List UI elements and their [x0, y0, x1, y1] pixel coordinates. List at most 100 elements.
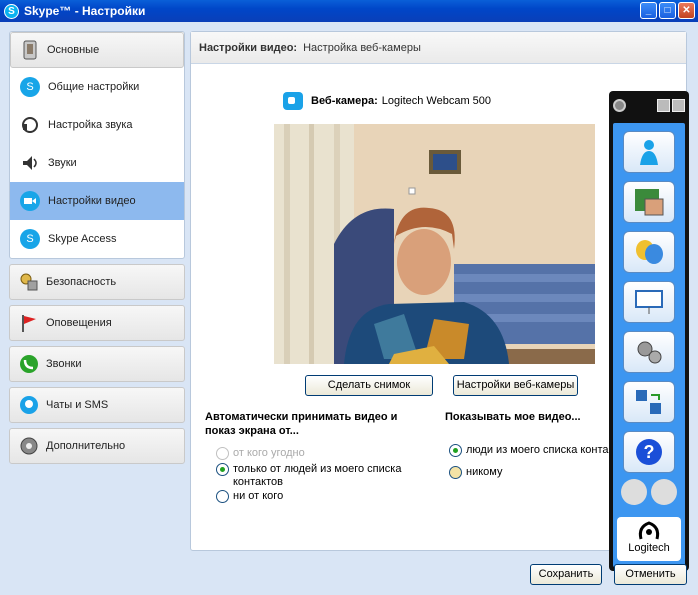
skype-access-icon: S — [20, 229, 40, 249]
cancel-button[interactable]: Отменить — [614, 564, 687, 585]
nav-item-video-settings[interactable]: Настройки видео — [10, 182, 184, 220]
nav-advanced[interactable]: Дополнительно — [9, 428, 185, 464]
webcam-preview — [274, 124, 595, 364]
nav-security-label: Безопасность — [46, 276, 117, 288]
masks-button[interactable] — [623, 231, 675, 273]
window-title: Skype™ - Настройки — [24, 4, 146, 18]
logitech-header — [609, 91, 689, 119]
nav-security[interactable]: Безопасность — [9, 264, 185, 300]
panel-subtitle: Настройка веб-камеры — [303, 41, 421, 54]
nav-item-label: Настройка звука — [48, 119, 133, 131]
nav-item-general-settings[interactable]: S Общие настройки — [10, 68, 184, 106]
logitech-tools: ? Logitech — [613, 123, 685, 567]
nav-item-label: Общие настройки — [48, 81, 140, 93]
flag-icon — [18, 312, 40, 334]
title-bar[interactable]: S Skype™ - Настройки _ □ ✕ — [0, 0, 698, 22]
nav-general[interactable]: Основные — [10, 32, 184, 68]
radio-show-nobody[interactable]: никому — [449, 466, 502, 479]
settings-button[interactable] — [623, 331, 675, 373]
nav-item-label: Настройки видео — [48, 195, 136, 207]
skype-logo-icon: S — [4, 3, 19, 19]
nav-advanced-label: Дополнительно — [46, 440, 126, 452]
radio-circle-selected — [449, 444, 462, 457]
panel-header: Настройки видео: Настройка веб-камеры — [191, 32, 686, 64]
presentation-button[interactable] — [623, 281, 675, 323]
radio-circle-selected — [216, 463, 229, 476]
nav-calls-label: Звонки — [46, 358, 82, 370]
projector-screen-icon — [635, 290, 663, 314]
nav-item-skype-access[interactable]: S Skype Access — [10, 220, 184, 258]
nav-general-label: Основные — [47, 44, 100, 56]
nav-group-calls: Звонки — [9, 346, 185, 382]
microphone-icon[interactable] — [621, 479, 647, 505]
logitech-logo-icon — [638, 521, 660, 540]
radio-label: от кого угодно — [233, 447, 305, 459]
radio-nobody[interactable]: ни от кого — [216, 490, 283, 503]
sidebar: Основные S Общие настройки Настройка зву… — [9, 31, 185, 469]
radio-label: никому — [466, 466, 503, 478]
webcam-label: Веб-камера: — [311, 95, 378, 107]
nav-chats-label: Чаты и SMS — [46, 399, 109, 411]
nav-group-general: Основные S Общие настройки Настройка зву… — [9, 31, 185, 259]
nav-calls[interactable]: Звонки — [9, 346, 185, 382]
client-area: Основные S Общие настройки Настройка зву… — [0, 22, 698, 595]
radio-show-contacts[interactable]: люди из моего списка контактов — [449, 444, 609, 457]
logitech-close-button[interactable] — [672, 98, 685, 112]
svg-text:?: ? — [644, 442, 655, 462]
webcam-image — [274, 124, 595, 364]
webcam-settings-button[interactable]: Настройки веб-камеры — [453, 375, 578, 396]
nav-item-label: Skype Access — [48, 233, 117, 245]
nav-group-chats: Чаты и SMS — [9, 387, 185, 423]
skype-icon: S — [20, 77, 40, 97]
radio-circle — [449, 466, 462, 479]
chat-icon — [18, 394, 40, 416]
logitech-panel: ? Logitech — [609, 91, 689, 571]
radio-label: ни от кого — [233, 490, 284, 502]
logitech-brand-text: Logitech — [628, 542, 670, 554]
webcam-row: Веб-камера: Logitech Webcam 500 — [283, 92, 491, 110]
logitech-minimize-button[interactable] — [657, 98, 670, 112]
mic-cam-toggles — [621, 479, 677, 509]
maximize-button[interactable]: □ — [659, 2, 676, 19]
phone-icon — [18, 353, 40, 375]
radio-circle — [216, 447, 229, 460]
phone-device-icon — [19, 39, 41, 61]
logitech-menu-icon[interactable] — [613, 98, 626, 112]
camera-toggle-icon[interactable] — [651, 479, 677, 505]
logitech-logo: Logitech — [617, 517, 681, 561]
radio-circle — [216, 490, 229, 503]
nav-item-sounds[interactable]: Звуки — [10, 144, 184, 182]
webcam-icon — [283, 92, 303, 110]
swap-video-button[interactable] — [623, 381, 675, 423]
panel-title: Настройки видео: — [199, 41, 298, 54]
webcam-name: Logitech Webcam 500 — [381, 95, 492, 107]
close-button[interactable]: ✕ — [678, 2, 695, 19]
minimize-button[interactable]: _ — [640, 2, 657, 19]
save-button[interactable]: Сохранить — [530, 564, 602, 585]
person-icon — [640, 140, 658, 165]
headset-icon — [20, 115, 40, 135]
radio-label: только от людей из моего списка контакто… — [233, 463, 402, 488]
video-camera-icon — [20, 191, 40, 211]
speaker-icon — [20, 153, 40, 173]
radio-contacts-only[interactable]: только от людей из моего списка контакто… — [216, 463, 411, 489]
auto-accept-title: Автоматически принимать видео и показ эк… — [205, 411, 398, 437]
nav-notifications-label: Оповещения — [46, 317, 112, 329]
radio-label: люди из моего списка контактов — [466, 444, 609, 456]
nav-notifications[interactable]: Оповещения — [9, 305, 185, 341]
skype-options-window: S Skype™ - Настройки _ □ ✕ Основные S Об… — [0, 0, 698, 595]
nav-item-label: Звуки — [48, 157, 77, 169]
nav-item-audio-settings[interactable]: Настройка звука — [10, 106, 184, 144]
video-effects-button[interactable] — [623, 181, 675, 223]
snapshot-button[interactable]: Сделать снимок — [305, 375, 433, 396]
help-button[interactable]: ? — [623, 431, 675, 473]
nav-group-notifications: Оповещения — [9, 305, 185, 341]
radio-anyone[interactable]: от кого угодно — [216, 447, 305, 460]
swap-arrows-icon — [636, 390, 661, 414]
gear-icon — [18, 435, 40, 457]
gears-icon — [637, 341, 662, 364]
help-icon: ? — [636, 439, 662, 465]
nav-chats-sms[interactable]: Чаты и SMS — [9, 387, 185, 423]
nav-group-advanced: Дополнительно — [9, 428, 185, 464]
avatar-button[interactable] — [623, 131, 675, 173]
